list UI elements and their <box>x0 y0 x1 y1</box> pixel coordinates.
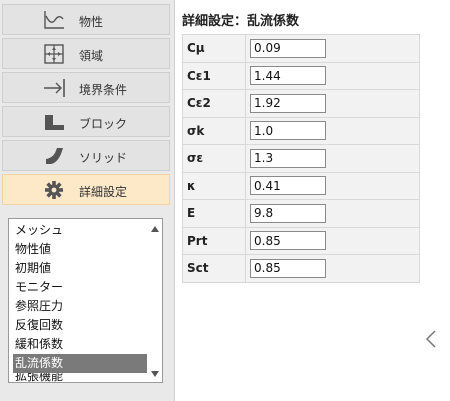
param-label: E <box>182 199 246 228</box>
block-icon <box>45 115 64 130</box>
page-title: 詳細設定：乱流係数 <box>182 14 300 29</box>
arrow-to-wall-icon <box>44 79 65 97</box>
nav-button-boundary[interactable]: 境界条件 <box>2 72 170 103</box>
table-row: Cε2 <box>182 89 420 118</box>
solid-shape-icon <box>46 148 63 164</box>
param-input-e[interactable] <box>250 203 326 223</box>
table-row: σk <box>182 116 420 145</box>
param-input-sigma-k[interactable] <box>250 121 326 141</box>
list-item-label: 拡張機能 <box>15 373 64 382</box>
param-label: σε <box>182 144 246 173</box>
app-window: 物性 領域 境界条件 ブロック ソリッド 詳細設定 メッシュ 物性値 初期値 モ… <box>0 0 450 401</box>
nav-label: 詳細設定 <box>79 185 128 199</box>
settings-listbox[interactable]: メッシュ 物性値 初期値 モニター 参照圧力 反復回数 緩和係数 乱流係数 拡張… <box>8 218 163 383</box>
nav-label: ブロック <box>79 117 128 131</box>
table-row: Cε1 <box>182 61 420 90</box>
chart-axes-icon <box>44 11 64 29</box>
nav-button-properties[interactable]: 物性 <box>2 4 170 35</box>
parameter-table: Cμ Cε1 Cε2 σk σε <box>182 34 420 283</box>
nav-label: ソリッド <box>79 151 128 165</box>
param-cell <box>245 254 420 283</box>
param-input-sigma-e[interactable] <box>250 148 326 168</box>
left-panel: 物性 領域 境界条件 ブロック ソリッド 詳細設定 メッシュ 物性値 初期値 モ… <box>0 0 175 401</box>
list-item[interactable]: メッシュ <box>13 221 147 240</box>
list-item[interactable]: 反復回数 <box>13 316 147 335</box>
nav-button-advanced[interactable]: 詳細設定 <box>2 174 170 205</box>
param-cell <box>245 34 420 63</box>
param-cell <box>245 144 420 173</box>
param-input-ce2[interactable] <box>250 93 326 113</box>
table-row: E <box>182 199 420 228</box>
param-label: Cε1 <box>182 61 246 90</box>
param-input-kappa[interactable] <box>250 176 326 196</box>
nav-button-solid[interactable]: ソリッド <box>2 140 170 171</box>
param-cell <box>245 89 420 118</box>
param-label: κ <box>182 171 246 200</box>
table-row: σε <box>182 144 420 173</box>
param-cell <box>245 171 420 200</box>
table-row: Cμ <box>182 34 420 63</box>
list-item[interactable]: 拡張機能 <box>13 373 147 382</box>
param-input-cmu[interactable] <box>250 38 326 58</box>
list-item[interactable]: 物性値 <box>13 240 147 259</box>
param-input-sct[interactable] <box>250 258 326 278</box>
param-input-ce1[interactable] <box>250 66 326 86</box>
param-cell <box>245 199 420 228</box>
param-label: σk <box>182 116 246 145</box>
table-row: Sct <box>182 254 420 283</box>
param-label: Prt <box>182 226 246 255</box>
param-cell <box>245 61 420 90</box>
nav-button-block[interactable]: ブロック <box>2 106 170 137</box>
nav-label: 境界条件 <box>79 83 128 97</box>
nav-label: 物性 <box>79 15 104 29</box>
list-item[interactable]: モニター <box>13 278 147 297</box>
param-input-prt[interactable] <box>250 231 326 251</box>
list-item-selected[interactable]: 乱流係数 <box>13 354 147 373</box>
vertical-scrollbar[interactable] <box>148 219 162 382</box>
nav-button-region[interactable]: 領域 <box>2 38 170 69</box>
list-item[interactable]: 参照圧力 <box>13 297 147 316</box>
param-cell <box>245 116 420 145</box>
param-label: Cμ <box>182 34 246 63</box>
chevron-left-icon[interactable] <box>425 330 437 348</box>
list-item[interactable]: 緩和係数 <box>13 335 147 354</box>
table-row: κ <box>182 171 420 200</box>
param-label: Sct <box>182 254 246 283</box>
region-grid-icon <box>44 44 64 64</box>
scroll-down-icon[interactable] <box>151 371 159 377</box>
param-label: Cε2 <box>182 89 246 118</box>
scroll-up-icon[interactable] <box>151 226 159 232</box>
gear-icon <box>45 181 63 199</box>
table-row: Prt <box>182 226 420 255</box>
param-cell <box>245 226 420 255</box>
list-item[interactable]: 初期値 <box>13 259 147 278</box>
nav-label: 領域 <box>79 49 104 63</box>
